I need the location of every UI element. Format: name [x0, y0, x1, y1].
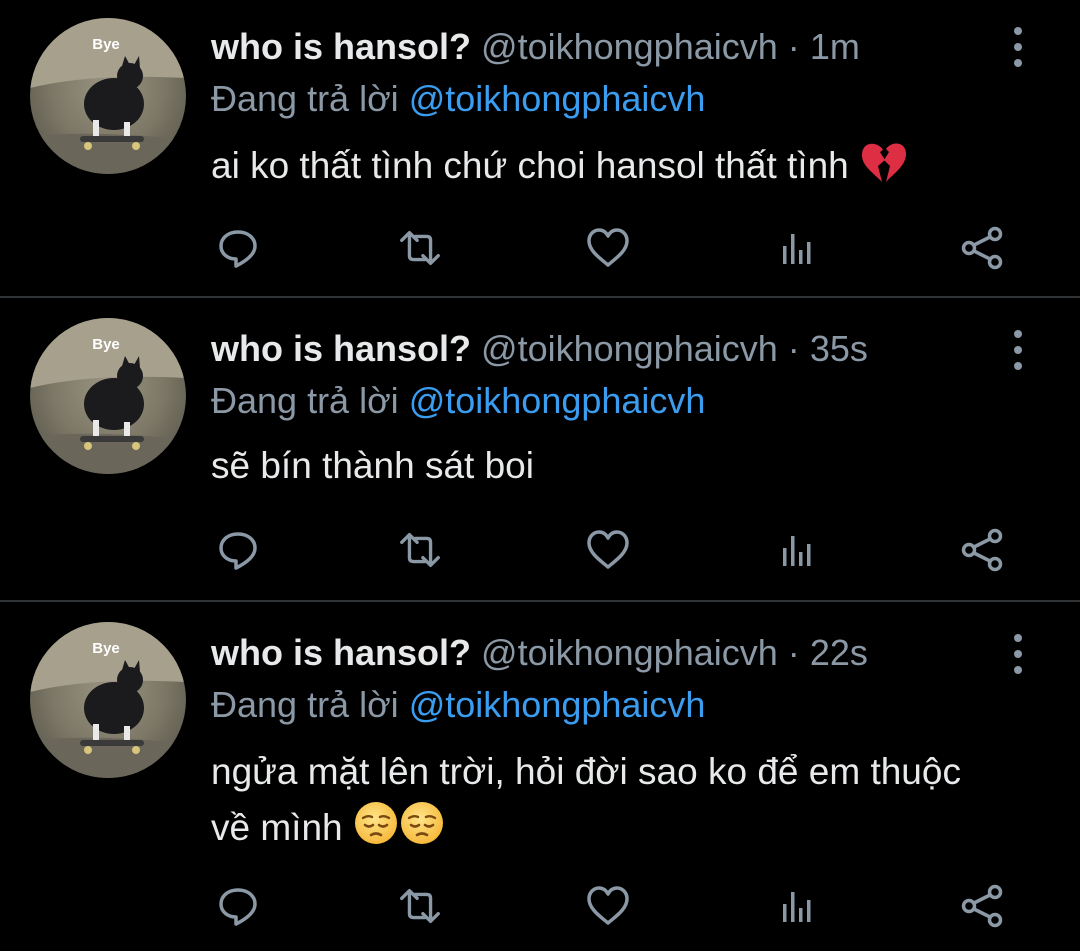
- share-icon[interactable]: [958, 224, 1006, 272]
- like-icon[interactable]: [584, 224, 632, 272]
- tweet-text: sẽ bín thành sát boi: [211, 438, 1011, 494]
- avatar[interactable]: Bye: [30, 622, 186, 778]
- tweet-text-content: ngửa mặt lên trời, hỏi đời sao ko để em …: [211, 751, 961, 848]
- tweet-text: ngửa mặt lên trời, hỏi đời sao ko để em …: [211, 744, 971, 862]
- tweet-actions: [0, 882, 1080, 930]
- analytics-icon[interactable]: [772, 224, 820, 272]
- retweet-icon[interactable]: [396, 526, 444, 574]
- avatar[interactable]: Bye: [30, 18, 186, 174]
- display-name[interactable]: who is hansol?: [211, 632, 471, 673]
- reply-prefix: Đang trả lời: [211, 380, 399, 421]
- user-handle[interactable]: @toikhongphaicvh: [481, 328, 778, 369]
- tweet-text: ai ko thất tình chứ choi hansol thất tìn…: [211, 138, 1011, 200]
- separator-dot: ·: [787, 26, 800, 67]
- like-icon[interactable]: [584, 526, 632, 574]
- display-name[interactable]: who is hansol?: [211, 328, 471, 369]
- broken-heart-icon: [859, 140, 909, 200]
- pensive-face-icon: [399, 800, 445, 862]
- reply-handle-link[interactable]: @toikhongphaicvh: [409, 78, 706, 119]
- avatar-badge: Bye: [92, 640, 120, 657]
- pensive-face-icon: [353, 800, 399, 862]
- more-options-icon[interactable]: [1008, 632, 1028, 676]
- tweet[interactable]: Bye who is hansol? @toikhongphaicvh · 35…: [0, 298, 1080, 600]
- replying-to: Đang trả lời @toikhongphaicvh: [211, 680, 705, 730]
- tweet[interactable]: Bye who is hansol? @toikhongphaicvh · 22…: [0, 602, 1080, 951]
- separator-dot: ·: [787, 632, 800, 673]
- reply-icon[interactable]: [214, 526, 262, 574]
- user-handle[interactable]: @toikhongphaicvh: [481, 632, 778, 673]
- tweet[interactable]: Bye who is hansol? @toikhongphaicvh · 1m…: [0, 0, 1080, 296]
- reply-icon[interactable]: [214, 224, 262, 272]
- timestamp[interactable]: 22s: [810, 632, 868, 673]
- tweet-header: who is hansol? @toikhongphaicvh · 35s: [211, 324, 970, 374]
- tweet-text-content: sẽ bín thành sát boi: [211, 445, 534, 486]
- avatar[interactable]: Bye: [30, 318, 186, 474]
- tweet-actions: [0, 224, 1080, 272]
- retweet-icon[interactable]: [396, 224, 444, 272]
- replying-to: Đang trả lời @toikhongphaicvh: [211, 376, 705, 426]
- reply-prefix: Đang trả lời: [211, 78, 399, 119]
- tweet-text-content: ai ko thất tình chứ choi hansol thất tìn…: [211, 145, 849, 186]
- reply-handle-link[interactable]: @toikhongphaicvh: [409, 380, 706, 421]
- more-options-icon[interactable]: [1008, 328, 1028, 372]
- share-icon[interactable]: [958, 526, 1006, 574]
- avatar-badge: Bye: [92, 336, 120, 353]
- user-handle[interactable]: @toikhongphaicvh: [481, 26, 778, 67]
- reply-icon[interactable]: [214, 882, 262, 930]
- tweet-header: who is hansol? @toikhongphaicvh · 22s: [211, 628, 970, 678]
- tweet-actions: [0, 526, 1080, 574]
- more-options-icon[interactable]: [1008, 25, 1028, 69]
- share-icon[interactable]: [958, 882, 1006, 930]
- retweet-icon[interactable]: [396, 882, 444, 930]
- reply-prefix: Đang trả lời: [211, 684, 399, 725]
- analytics-icon[interactable]: [772, 526, 820, 574]
- display-name[interactable]: who is hansol?: [211, 26, 471, 67]
- analytics-icon[interactable]: [772, 882, 820, 930]
- reply-handle-link[interactable]: @toikhongphaicvh: [409, 684, 706, 725]
- timestamp[interactable]: 35s: [810, 328, 868, 369]
- tweet-header: who is hansol? @toikhongphaicvh · 1m: [211, 22, 970, 72]
- like-icon[interactable]: [584, 882, 632, 930]
- replying-to: Đang trả lời @toikhongphaicvh: [211, 74, 705, 124]
- separator-dot: ·: [787, 328, 800, 369]
- avatar-badge: Bye: [92, 36, 120, 53]
- timestamp[interactable]: 1m: [810, 26, 860, 67]
